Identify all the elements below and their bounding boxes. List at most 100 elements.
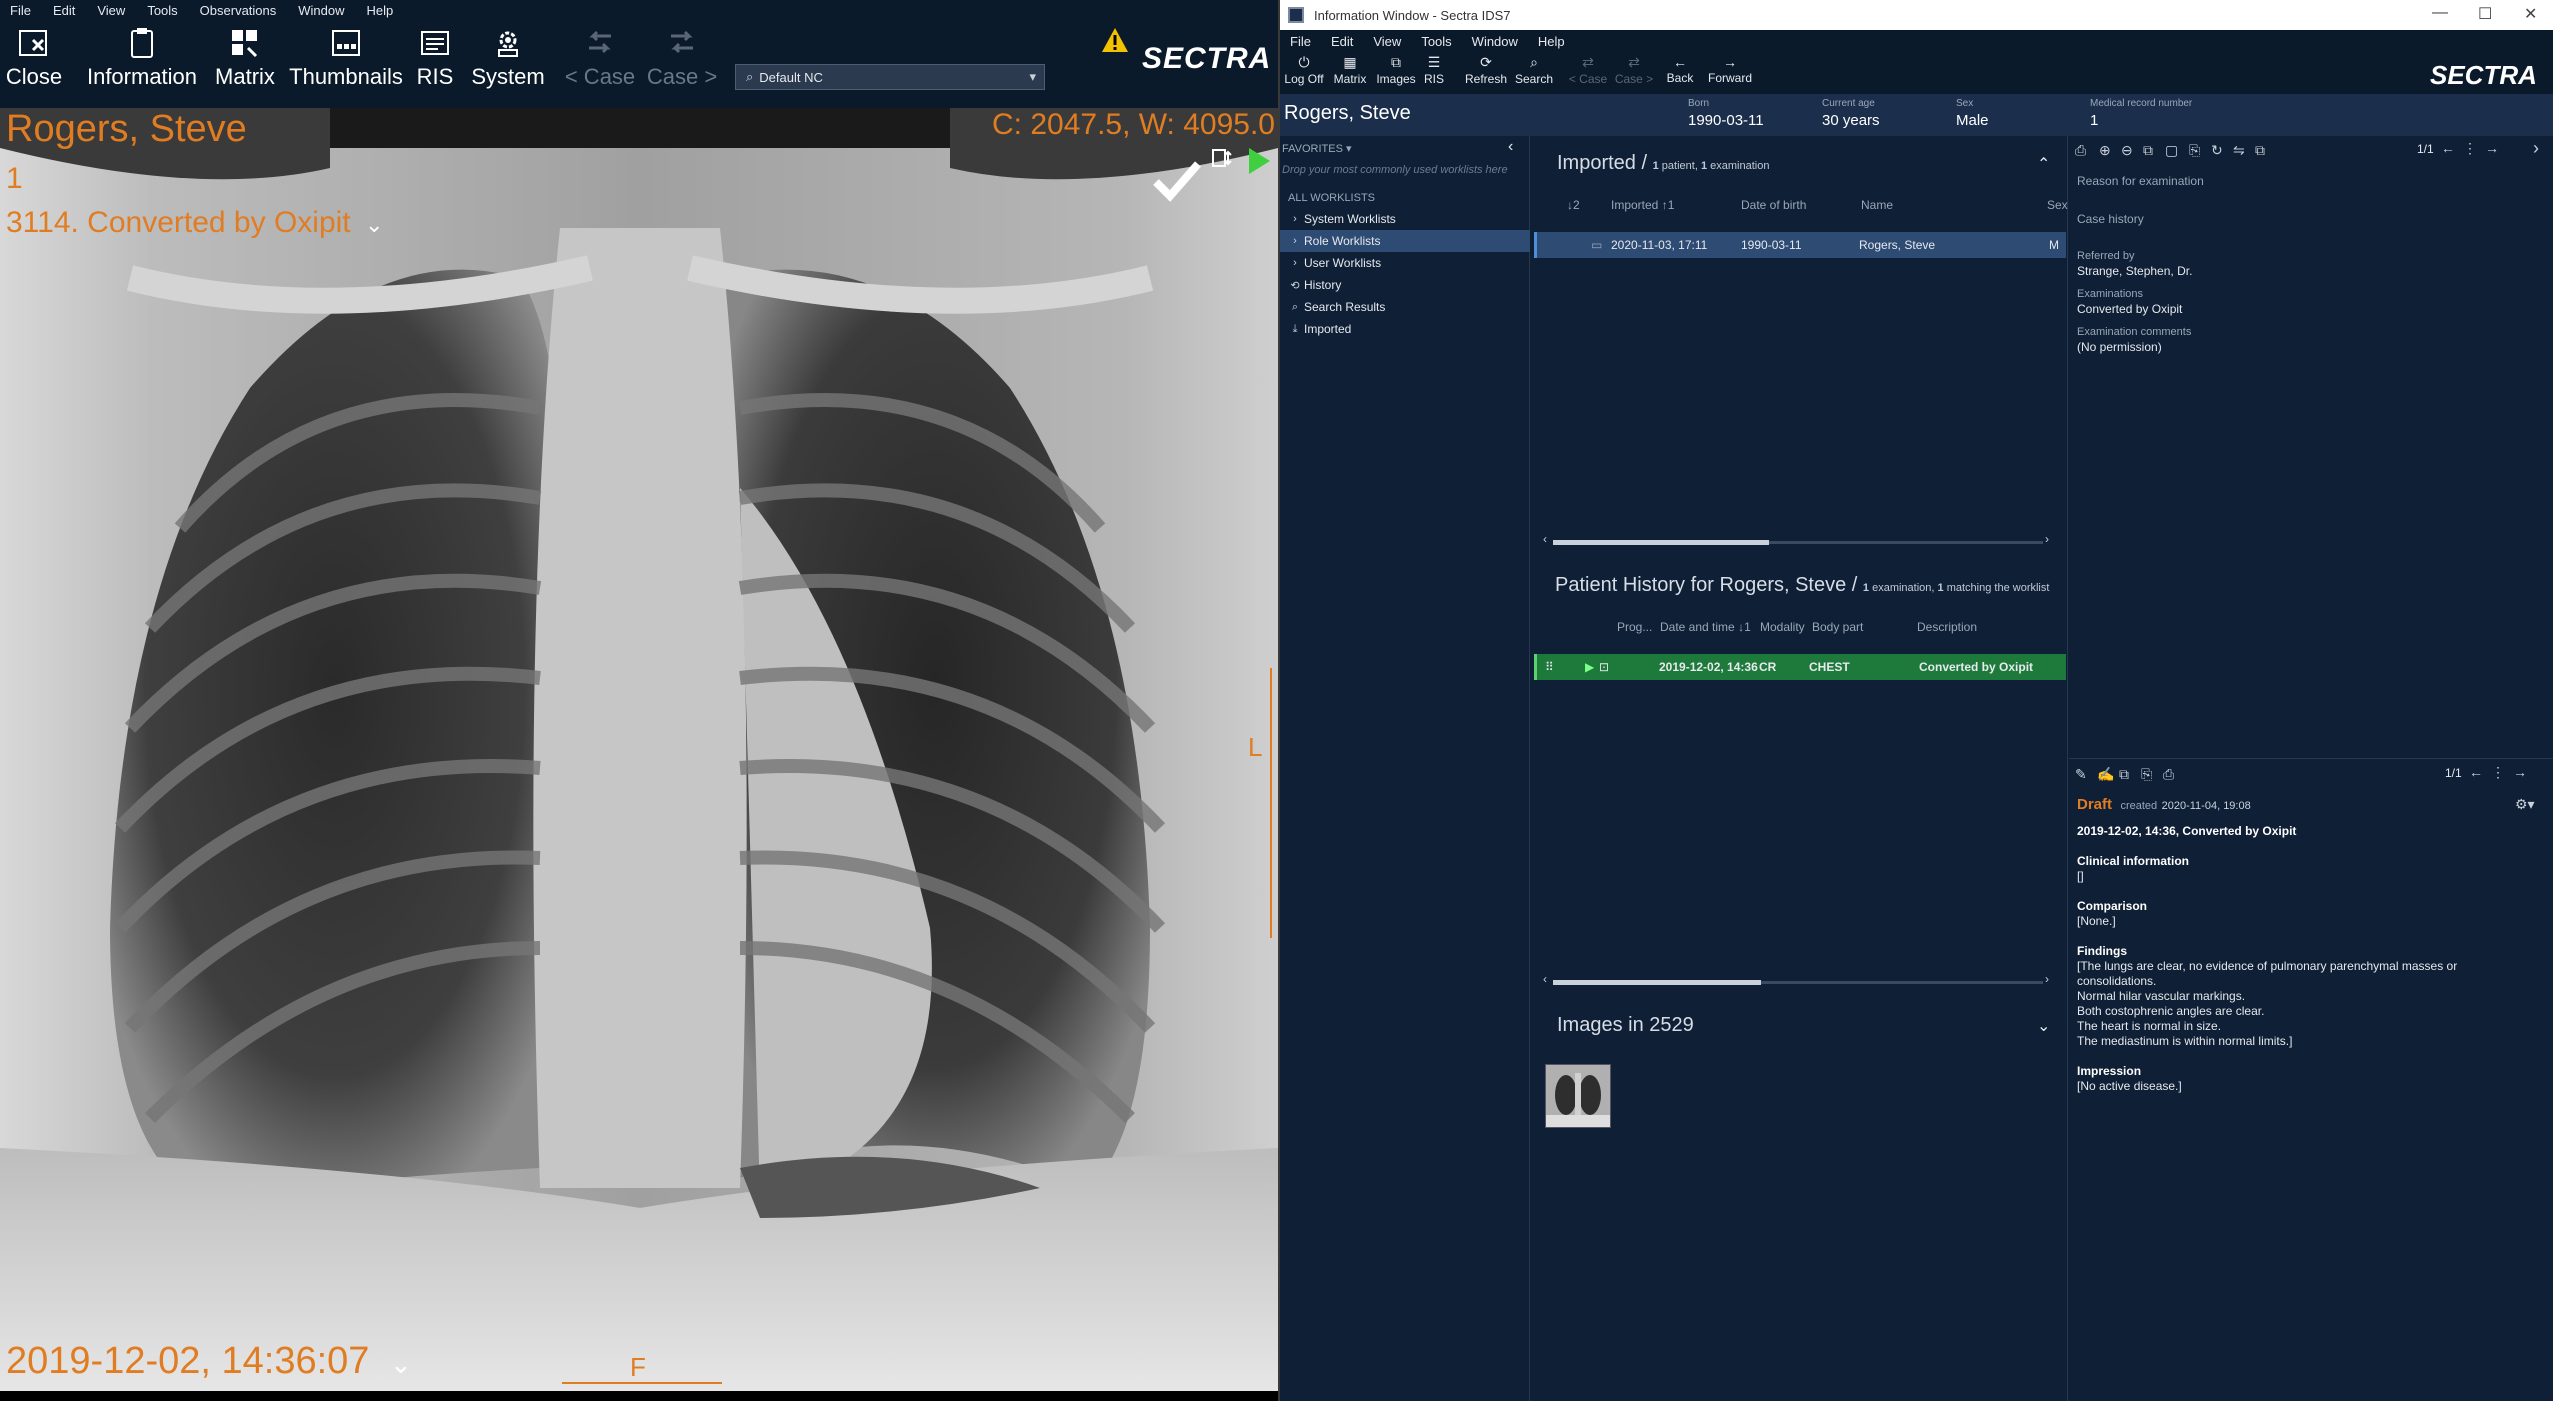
flip-icon[interactable]: ⇋: [2233, 142, 2245, 159]
minimize-icon[interactable]: —: [2432, 4, 2448, 22]
worklist-system[interactable]: › System Worklists: [1280, 208, 1530, 230]
information-button[interactable]: Information: [82, 20, 202, 108]
zoom-in-icon[interactable]: ⊕: [2099, 142, 2111, 159]
overlay-series-description[interactable]: 3114. Converted by Oxipit ⌄: [6, 206, 383, 240]
play-icon[interactable]: [1246, 146, 1272, 181]
collapse-panel-icon[interactable]: ‹: [1508, 138, 1513, 156]
maximize-icon[interactable]: ☐: [2478, 4, 2492, 24]
col-name[interactable]: Name: [1861, 198, 1893, 212]
zoom-out-icon[interactable]: ⊖: [2121, 142, 2133, 159]
prev-page-icon[interactable]: ←: [2441, 140, 2455, 156]
report-more-icon[interactable]: ⋮: [2491, 764, 2505, 781]
next-case-button[interactable]: Case >: [647, 20, 717, 108]
col-modality[interactable]: Modality: [1760, 620, 1805, 634]
col-sex[interactable]: Sex: [2047, 198, 2068, 212]
worklist-history[interactable]: ⟲ History: [1280, 274, 1530, 296]
menu-view[interactable]: View: [97, 3, 125, 18]
image-thumbnail[interactable]: [1545, 1064, 1611, 1128]
info-matrix-button[interactable]: ▦ Matrix: [1330, 54, 1370, 86]
worklist-search-results[interactable]: ⌕ Search Results: [1280, 296, 1530, 318]
col-sort-index[interactable]: ↓2: [1567, 198, 1580, 212]
ris-button[interactable]: RIS: [412, 20, 458, 108]
info-menu-window[interactable]: Window: [1472, 34, 1518, 49]
matrix-button[interactable]: Matrix: [212, 20, 278, 108]
scroll-thumb[interactable]: [1553, 980, 1761, 985]
overlay-study-datetime[interactable]: 2019-12-02, 14:36:07 ⌄: [6, 1340, 412, 1383]
info-menu-file[interactable]: File: [1290, 34, 1311, 49]
edit-report-icon[interactable]: ✎: [2075, 766, 2087, 783]
hanging-protocol-select[interactable]: ⌕ Default NC ▾: [735, 64, 1045, 90]
favorites-label: FAVORITES: [1282, 143, 1343, 155]
thumbnails-button[interactable]: Thumbnails: [289, 20, 403, 108]
search-button[interactable]: ⌕ Search: [1512, 54, 1556, 86]
info-ris-button[interactable]: ☰ RIS: [1420, 54, 1448, 86]
worklist-role[interactable]: › Role Worklists: [1280, 230, 1530, 252]
system-button[interactable]: System: [470, 20, 546, 108]
all-worklists-title: ALL WORKLISTS: [1288, 192, 1376, 204]
collapse-imported-icon[interactable]: ⌃: [2037, 154, 2050, 174]
menu-file[interactable]: File: [10, 3, 31, 18]
previous-case-button[interactable]: < Case: [565, 20, 635, 108]
imported-scrollbar[interactable]: ‹ ›: [1543, 532, 2053, 548]
viewer-menubar: File Edit View Tools Observations Window…: [0, 0, 1278, 20]
worklist-user[interactable]: › User Worklists: [1280, 252, 1530, 274]
info-menu-edit[interactable]: Edit: [1331, 34, 1353, 49]
col-datetime[interactable]: Date and time ↓1: [1660, 620, 1751, 634]
info-menu-help[interactable]: Help: [1538, 34, 1565, 49]
info-menu-tools[interactable]: Tools: [1421, 34, 1451, 49]
check-icon[interactable]: [1150, 158, 1204, 207]
forward-button[interactable]: → Forward: [1704, 54, 1756, 85]
fit-icon[interactable]: ▢: [2165, 142, 2178, 159]
chevron-right-icon: ›: [1293, 213, 1297, 225]
back-button[interactable]: ← Back: [1662, 54, 1698, 85]
sync-icon[interactable]: [1210, 144, 1238, 177]
scroll-thumb[interactable]: [1553, 540, 1769, 545]
exam-icon: ▭: [1591, 238, 1603, 252]
images-button[interactable]: ⧉ Images: [1374, 54, 1418, 86]
print-icon[interactable]: ⎙: [2075, 142, 2086, 159]
favorites-header[interactable]: FAVORITES ▾: [1282, 142, 1352, 155]
menu-window[interactable]: Window: [298, 3, 344, 18]
warning-icon[interactable]: [1100, 26, 1130, 59]
col-progress[interactable]: Prog...: [1617, 620, 1652, 634]
external-link-icon[interactable]: ⧉: [2255, 142, 2265, 159]
print-report-icon[interactable]: ⎙: [2163, 766, 2174, 783]
xray-image-viewport[interactable]: Rogers, Steve 1 3114. Converted by Oxipi…: [0, 108, 1278, 1391]
info-menu-view[interactable]: View: [1373, 34, 1401, 49]
col-body-part[interactable]: Body part: [1812, 620, 1863, 634]
sort-index: 2: [1573, 198, 1580, 212]
center-panel: Imported / 1 patient, 1 examination ⌃ ↓2…: [1531, 136, 2068, 1401]
play-icon[interactable]: ▶: [1585, 660, 1594, 674]
report-options-icon[interactable]: ⚙▾: [2515, 796, 2535, 813]
report-prev-icon[interactable]: ←: [2469, 764, 2483, 780]
copy-icon[interactable]: ⧉: [2143, 142, 2153, 159]
close-button[interactable]: Close: [6, 20, 62, 108]
menu-help[interactable]: Help: [367, 3, 394, 18]
copy-report-icon[interactable]: ⧉: [2119, 766, 2129, 783]
refresh-button[interactable]: ⟳ Refresh: [1464, 54, 1508, 86]
col-date-of-birth[interactable]: Date of birth: [1741, 198, 1806, 212]
next-page-icon[interactable]: →: [2485, 140, 2499, 156]
worklist-imported[interactable]: ⤓ Imported: [1280, 318, 1530, 340]
report-next-icon[interactable]: →: [2513, 764, 2527, 780]
close-window-icon[interactable]: ✕: [2524, 4, 2537, 24]
rotate-icon[interactable]: ↻: [2211, 142, 2223, 159]
menu-edit[interactable]: Edit: [53, 3, 75, 18]
expand-panel-icon[interactable]: ›: [2533, 138, 2539, 159]
sign-report-icon[interactable]: ✍: [2097, 766, 2114, 783]
more-icon[interactable]: ⋮: [2463, 140, 2477, 157]
drag-handle-icon[interactable]: ⠿: [1545, 660, 1554, 674]
col-description[interactable]: Description: [1917, 620, 1977, 634]
col-imported[interactable]: Imported ↑1: [1611, 198, 1674, 212]
info-next-case-button[interactable]: ⇄ Case >: [1612, 54, 1656, 86]
history-scrollbar[interactable]: ‹ ›: [1543, 972, 2053, 988]
attach-icon[interactable]: ⎘: [2141, 766, 2152, 783]
info-prev-case-button[interactable]: ⇄ < Case: [1566, 54, 1610, 86]
log-off-button[interactable]: ⏻ Log Off: [1282, 54, 1326, 86]
menu-tools[interactable]: Tools: [147, 3, 177, 18]
menu-observations[interactable]: Observations: [200, 3, 277, 18]
page-icon[interactable]: ⎘: [2189, 142, 2200, 159]
expand-images-icon[interactable]: ⌄: [2037, 1016, 2050, 1036]
history-row[interactable]: ⠿ ▶ ⊡ 2019-12-02, 14:36 CR CHEST Convert…: [1534, 654, 2066, 680]
table-row[interactable]: ▭ 2020-11-03, 17:11 1990-03-11 Rogers, S…: [1534, 232, 2066, 258]
